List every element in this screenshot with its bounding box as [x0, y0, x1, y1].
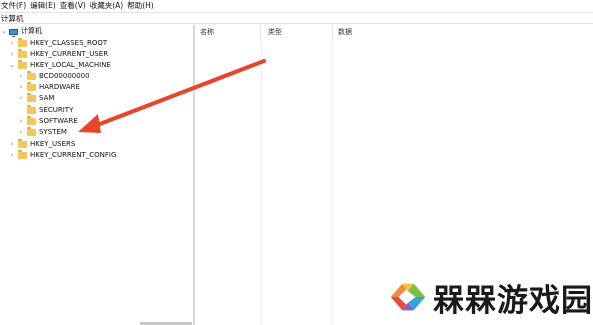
menu-file[interactable]: 文件(F): [0, 0, 29, 12]
tree-item-label: SOFTWARE: [39, 117, 78, 125]
chevron-down-icon[interactable]: ⌄: [8, 60, 16, 71]
watermark-text: 槑槑游戏园: [433, 282, 593, 319]
folder-icon: [27, 105, 36, 114]
tree-item-label: SECURITY: [39, 106, 74, 114]
chevron-right-icon[interactable]: ›: [17, 82, 25, 93]
folder-icon: [27, 127, 36, 136]
tree-item-bcd00000000[interactable]: › BCD00000000: [17, 71, 90, 82]
column-header-type[interactable]: 类型: [263, 25, 333, 39]
chevron-right-icon[interactable]: ›: [17, 93, 25, 104]
folder-icon: [27, 71, 36, 80]
column-header-name[interactable]: 名称: [195, 25, 261, 39]
chevron-right-icon[interactable]: ›: [17, 116, 25, 127]
column-divider: [332, 39, 333, 325]
tree-item-hardware[interactable]: › HARDWARE: [17, 82, 80, 93]
chevron-right-icon[interactable]: ›: [17, 71, 25, 82]
menu-view[interactable]: 查看(V): [59, 0, 89, 12]
tree-item-label: SAM: [39, 94, 55, 102]
folder-icon: [27, 116, 36, 125]
tree-item-hkey-users[interactable]: › HKEY_USERS: [8, 139, 75, 150]
column-divider: [261, 39, 262, 325]
tree-item-hkey-current-user[interactable]: › HKEY_CURRENT_USER: [8, 49, 108, 60]
menu-help[interactable]: 帮助(H): [126, 0, 157, 12]
tree-item-label: HKEY_LOCAL_MACHINE: [30, 61, 111, 69]
menu-bar: 文件(F) 编辑(E) 查看(V) 收藏夹(A) 帮助(H): [0, 0, 593, 12]
tree-item-hkey-classes-root[interactable]: › HKEY_CLASSES_ROOT: [8, 38, 107, 49]
folder-icon: [18, 150, 27, 159]
chevron-right-icon[interactable]: ›: [8, 38, 16, 49]
folder-icon: [27, 82, 36, 91]
watermark-logo-icon: [390, 283, 426, 311]
tree-item-label: HKEY_USERS: [30, 140, 76, 148]
registry-editor-window: 文件(F) 编辑(E) 查看(V) 收藏夹(A) 帮助(H) 计算机 ⌄ 计算机…: [0, 0, 593, 325]
watermark: 槑槑游戏园: [385, 272, 593, 322]
folder-icon: [27, 93, 36, 102]
tree-item-label: HKEY_CURRENT_USER: [30, 50, 109, 58]
registry-tree: ⌄ 计算机 › HKEY_CLASSES_ROOT › HKEY_CURRENT…: [0, 25, 193, 325]
address-bar[interactable]: 计算机: [0, 12, 593, 24]
chevron-down-icon[interactable]: ⌄: [0, 26, 8, 37]
tree-item-hkey-local-machine[interactable]: ⌄ HKEY_LOCAL_MACHINE: [8, 60, 111, 71]
column-headers: 名称 类型 数据: [195, 25, 593, 39]
tree-item-label: SYSTEM: [39, 128, 67, 136]
folder-icon: [18, 38, 27, 47]
tree-item-label: BCD00000000: [39, 72, 90, 80]
tree-item-system[interactable]: › SYSTEM: [17, 127, 67, 138]
folder-open-icon: [18, 60, 27, 69]
chevron-right-icon[interactable]: ›: [8, 150, 16, 161]
folder-icon: [18, 49, 27, 58]
address-path: 计算机: [1, 14, 24, 23]
chevron-placeholder: ›: [17, 105, 25, 116]
column-header-data[interactable]: 数据: [333, 25, 593, 39]
tree-item-label: 计算机: [21, 27, 42, 35]
tree-item-computer[interactable]: ⌄ 计算机: [0, 26, 42, 37]
computer-icon: [9, 28, 18, 37]
tree-item-label: HARDWARE: [39, 83, 80, 91]
folder-icon: [18, 139, 27, 148]
tree-item-label: HKEY_CLASSES_ROOT: [30, 39, 108, 47]
tree-item-software[interactable]: › SOFTWARE: [17, 116, 78, 127]
tree-item-hkey-current-config[interactable]: › HKEY_CURRENT_CONFIG: [8, 150, 116, 161]
chevron-right-icon[interactable]: ›: [8, 49, 16, 60]
chevron-right-icon[interactable]: ›: [17, 127, 25, 138]
tree-item-sam[interactable]: › SAM: [17, 93, 54, 104]
tree-item-label: HKEY_CURRENT_CONFIG: [30, 151, 117, 159]
chevron-right-icon[interactable]: ›: [8, 139, 16, 150]
tree-item-security[interactable]: › SECURITY: [17, 105, 73, 116]
menu-edit[interactable]: 编辑(E): [29, 0, 59, 12]
menu-favorites[interactable]: 收藏夹(A): [89, 0, 126, 12]
